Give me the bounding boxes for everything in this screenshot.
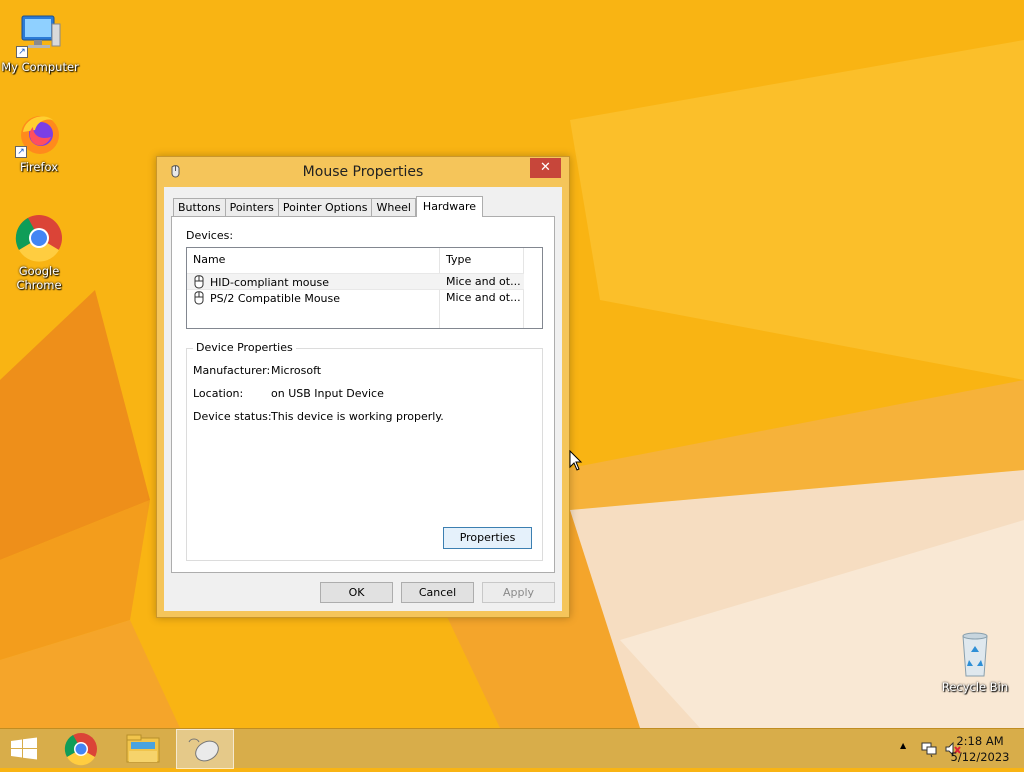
device-name: PS/2 Compatible Mouse bbox=[210, 291, 341, 305]
chrome-icon bbox=[15, 214, 63, 262]
desktop-icon-label: Firefox bbox=[19, 160, 59, 174]
properties-button[interactable]: Properties bbox=[443, 527, 532, 549]
column-header-type[interactable]: Type bbox=[440, 248, 524, 272]
windows-logo-icon bbox=[11, 737, 37, 760]
desktop-icon-firefox[interactable]: ↗ Firefox bbox=[0, 110, 79, 174]
dialog-title: Mouse Properties bbox=[302, 164, 424, 180]
tab-strip: Buttons Pointers Pointer Options Wheel H… bbox=[173, 196, 484, 217]
device-status-row: Device status:This device is working pro… bbox=[193, 410, 444, 423]
desktop-icon-my-computer[interactable]: ↗ My Computer bbox=[0, 10, 80, 74]
taskbar: ▲ 2:18 AM 5/12/2023 bbox=[0, 728, 1024, 769]
close-button[interactable]: ✕ bbox=[530, 158, 561, 178]
device-type: Mice and ot... bbox=[446, 275, 521, 288]
mouse-properties-dialog: Mouse Properties ✕ Buttons Pointers Poin… bbox=[156, 156, 570, 618]
device-type: Mice and ot... bbox=[446, 291, 521, 304]
taskbar-file-explorer-button[interactable] bbox=[114, 729, 172, 769]
mouse-icon bbox=[188, 738, 219, 762]
devices-list[interactable]: Name Type HID-compliant mouse Mice and o… bbox=[186, 247, 543, 329]
devices-list-header: Name Type bbox=[187, 248, 542, 272]
clock-time: 2:18 AM bbox=[956, 734, 1004, 748]
recycle-bin-icon bbox=[951, 630, 999, 678]
tab-wheel[interactable]: Wheel bbox=[371, 198, 416, 217]
shortcut-arrow-icon: ↗ bbox=[16, 46, 28, 58]
cancel-button[interactable]: Cancel bbox=[401, 582, 474, 603]
manufacturer-value: Microsoft bbox=[271, 364, 322, 377]
folder-icon bbox=[126, 734, 160, 763]
tab-pointers[interactable]: Pointers bbox=[224, 198, 278, 217]
location-row: Location: on USB Input Device bbox=[193, 387, 384, 400]
tab-pointer-options[interactable]: Pointer Options bbox=[277, 198, 372, 217]
taskbar-clock[interactable]: 2:18 AM 5/12/2023 bbox=[950, 733, 1010, 765]
clock-date: 5/12/2023 bbox=[950, 750, 1010, 764]
start-button[interactable] bbox=[0, 729, 48, 769]
location-label: Location: bbox=[193, 387, 244, 400]
device-status-label: Device status: bbox=[193, 410, 272, 423]
devices-label: Devices: bbox=[186, 229, 234, 242]
apply-button[interactable]: Apply bbox=[482, 582, 555, 603]
manufacturer-label: Manufacturer: bbox=[193, 364, 271, 377]
desktop-icon-google-chrome[interactable]: Google Chrome bbox=[0, 214, 79, 292]
show-hidden-icons-arrow[interactable]: ▲ bbox=[900, 741, 906, 750]
device-properties-group: Device Properties Manufacturer:Microsoft… bbox=[186, 341, 543, 561]
manufacturer-row: Manufacturer:Microsoft bbox=[193, 364, 321, 377]
device-row[interactable]: PS/2 Compatible Mouse Mice and ot... bbox=[187, 290, 524, 307]
dialog-client-area: Buttons Pointers Pointer Options Wheel H… bbox=[164, 187, 562, 611]
mouse-cursor-icon bbox=[569, 450, 583, 471]
tab-hardware[interactable]: Hardware bbox=[415, 196, 484, 217]
chrome-icon bbox=[64, 733, 97, 766]
mouse-device-icon bbox=[194, 275, 204, 289]
device-status-value: This device is working properly. bbox=[271, 410, 444, 423]
hardware-tab-panel: Devices: Name Type HID-compliant mouse M… bbox=[171, 216, 555, 573]
location-value: on USB Input Device bbox=[271, 387, 384, 400]
shortcut-arrow-icon: ↗ bbox=[15, 146, 27, 158]
device-properties-legend: Device Properties bbox=[193, 341, 296, 354]
device-name: HID-compliant mouse bbox=[210, 275, 329, 289]
tab-buttons[interactable]: Buttons bbox=[173, 198, 225, 217]
ok-button[interactable]: OK bbox=[320, 582, 393, 603]
taskbar-mouse-properties-button[interactable] bbox=[176, 729, 234, 769]
desktop-icon-recycle-bin[interactable]: Recycle Bin bbox=[935, 630, 1015, 694]
column-header-name[interactable]: Name bbox=[187, 248, 439, 272]
title-bar[interactable]: Mouse Properties ✕ bbox=[157, 157, 569, 187]
mouse-device-icon bbox=[194, 291, 204, 305]
firefox-icon: ↗ bbox=[15, 110, 63, 158]
desktop-icon-label: Google Chrome bbox=[16, 264, 62, 292]
desktop-icon-label: My Computer bbox=[1, 60, 79, 74]
desktop-icon-label: Recycle Bin bbox=[941, 680, 1009, 694]
computer-icon: ↗ bbox=[16, 10, 64, 58]
device-row[interactable]: HID-compliant mouse Mice and ot... bbox=[187, 273, 524, 290]
system-tray: ▲ 2:18 AM 5/12/2023 bbox=[864, 729, 1024, 769]
taskbar-chrome-button[interactable] bbox=[54, 729, 112, 769]
network-icon[interactable] bbox=[920, 740, 938, 758]
